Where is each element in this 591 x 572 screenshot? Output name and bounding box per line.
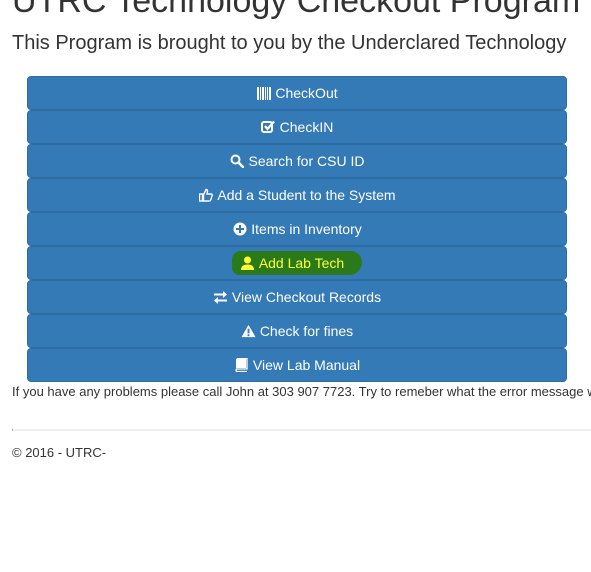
footer-copyright: © 2016 - UTRC- — [12, 445, 107, 460]
page: UTRC Technology Checkout Program This Pr… — [0, 0, 591, 572]
items-in-inventory-button[interactable]: Items in Inventory — [27, 212, 567, 246]
page-subtitle: This Program is brought to you by the Un… — [12, 32, 567, 54]
highlight-mark: Add Lab Tech — [231, 251, 363, 275]
add-student-button-label: Add a Student to the System — [217, 187, 396, 203]
plus-circle-icon — [232, 222, 247, 237]
book-icon — [234, 358, 249, 373]
view-lab-manual-button-label: View Lab Manual — [252, 357, 361, 373]
checkout-button-label: CheckOut — [275, 85, 338, 101]
divider — [12, 429, 591, 431]
search-csu-id-button[interactable]: Search for CSU ID — [27, 144, 567, 178]
add-lab-tech-button[interactable]: Add Lab Tech — [27, 246, 567, 280]
checkin-button[interactable]: CheckIN — [27, 110, 567, 144]
help-text: If you have any problems please call Joh… — [12, 384, 591, 399]
search-csu-id-button-label: Search for CSU ID — [248, 153, 365, 169]
barcode-icon — [256, 86, 271, 101]
check-square-icon — [261, 120, 276, 135]
add-lab-tech-button-label: Add Lab Tech — [258, 255, 345, 271]
user-icon — [240, 256, 255, 271]
search-icon — [230, 154, 245, 169]
checkout-button[interactable]: CheckOut — [27, 76, 567, 110]
thumbs-up-icon — [198, 188, 213, 203]
items-in-inventory-button-label: Items in Inventory — [251, 221, 362, 237]
menu: CheckOut CheckIN Search for CSU ID Add a… — [27, 76, 567, 382]
check-for-fines-button[interactable]: Check for fines — [27, 314, 567, 348]
warning-icon — [241, 324, 256, 339]
check-for-fines-button-label: Check for fines — [259, 323, 354, 339]
view-checkout-records-button-label: View Checkout Records — [231, 289, 382, 305]
page-title: UTRC Technology Checkout Program — [12, 0, 581, 20]
view-lab-manual-button[interactable]: View Lab Manual — [27, 348, 567, 382]
view-checkout-records-button[interactable]: View Checkout Records — [27, 280, 567, 314]
checkin-button-label: CheckIN — [279, 119, 334, 135]
transfer-icon — [213, 290, 228, 305]
add-student-button[interactable]: Add a Student to the System — [27, 178, 567, 212]
